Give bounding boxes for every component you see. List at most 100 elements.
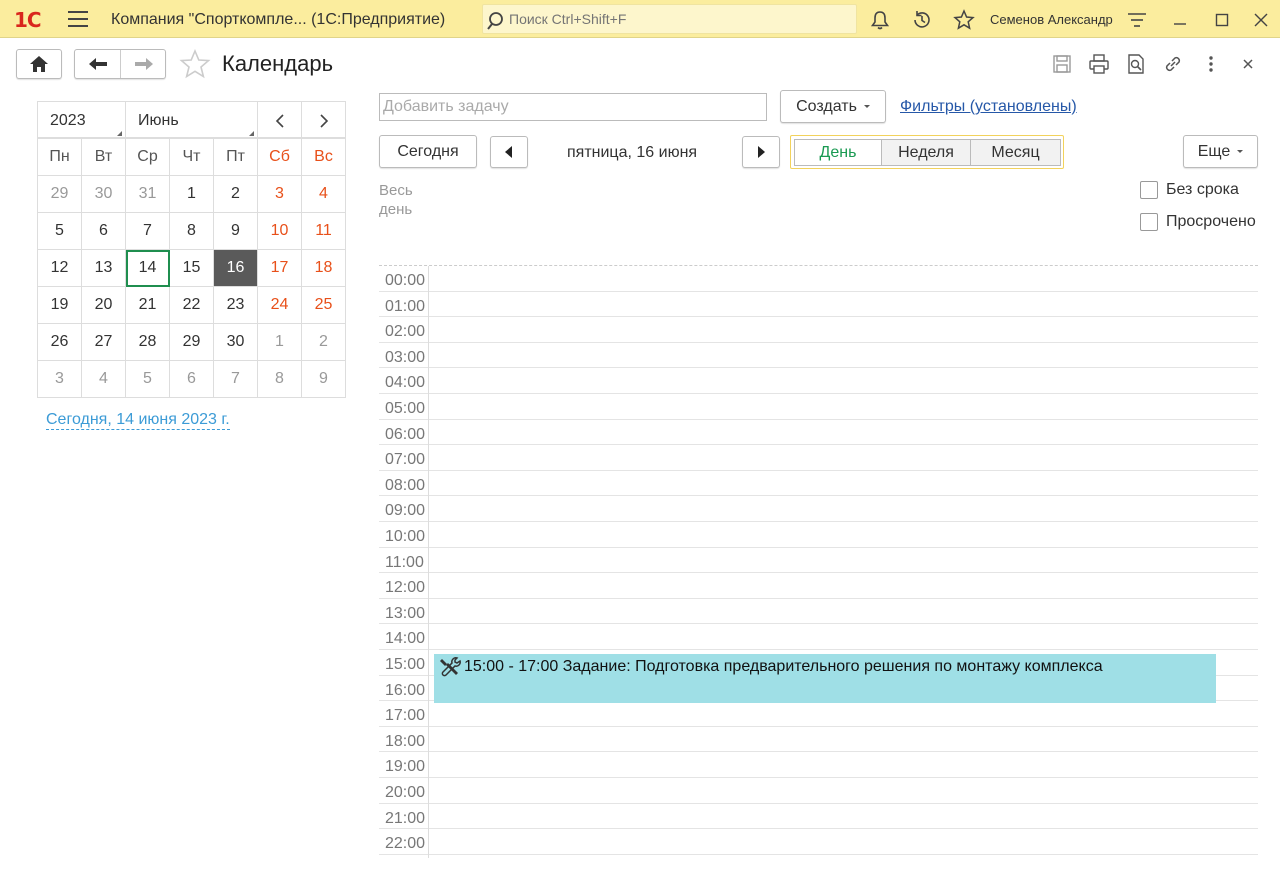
calendar-day[interactable]: 21 <box>125 286 170 324</box>
more-actions-icon[interactable] <box>1200 53 1222 75</box>
add-to-favorites-star-icon[interactable] <box>179 49 211 79</box>
calendar-day[interactable]: 12 <box>37 249 82 287</box>
calendar-day[interactable]: 7 <box>213 360 258 398</box>
home-button[interactable] <box>16 49 62 79</box>
calendar-day[interactable]: 6 <box>169 360 214 398</box>
calendar-day[interactable]: 19 <box>37 286 82 324</box>
calendar-day[interactable]: 5 <box>37 212 82 250</box>
hour-row[interactable]: 04:00 <box>379 368 1258 394</box>
calendar-day[interactable]: 23 <box>213 286 258 324</box>
history-icon[interactable] <box>911 9 933 31</box>
calendar-day[interactable]: 29 <box>37 175 82 213</box>
filters-link[interactable]: Фильтры (установлены) <box>900 98 1077 116</box>
calendar-day[interactable]: 1 <box>257 323 302 361</box>
hour-row[interactable]: 21:00 <box>379 804 1258 830</box>
calendar-day[interactable]: 4 <box>301 175 346 213</box>
hour-row[interactable]: 00:00 <box>379 266 1258 292</box>
no-deadline-label[interactable]: Без срока <box>1166 181 1239 199</box>
calendar-day[interactable]: 8 <box>257 360 302 398</box>
back-button[interactable] <box>75 50 121 78</box>
next-month-button[interactable] <box>302 102 346 139</box>
calendar-day[interactable]: 17 <box>257 249 302 287</box>
view-day-button[interactable]: День <box>794 139 882 166</box>
calendar-day[interactable]: 25 <box>301 286 346 324</box>
hour-row[interactable]: 05:00 <box>379 394 1258 420</box>
year-select[interactable]: 2023 <box>38 102 126 139</box>
calendar-day[interactable]: 15 <box>169 249 214 287</box>
calendar-day[interactable]: 13 <box>81 249 126 287</box>
hour-row[interactable]: 14:00 <box>379 624 1258 650</box>
close-window-icon[interactable] <box>1250 9 1272 31</box>
hour-row[interactable]: 22:00 <box>379 829 1258 855</box>
global-search[interactable] <box>482 4 857 34</box>
calendar-day[interactable]: 31 <box>125 175 170 213</box>
hour-row[interactable]: 12:00 <box>379 573 1258 599</box>
calendar-day[interactable]: 11 <box>301 212 346 250</box>
prev-month-button[interactable] <box>258 102 302 139</box>
link-icon[interactable] <box>1162 53 1184 75</box>
calendar-day[interactable]: 26 <box>37 323 82 361</box>
no-deadline-checkbox[interactable] <box>1140 181 1158 199</box>
calendar-day[interactable]: 10 <box>257 212 302 250</box>
prev-period-button[interactable] <box>490 136 528 168</box>
calendar-day[interactable]: 2 <box>301 323 346 361</box>
hour-row[interactable]: 18:00 <box>379 727 1258 753</box>
forward-button[interactable] <box>121 50 166 78</box>
hour-row[interactable]: 09:00 <box>379 496 1258 522</box>
calendar-day[interactable]: 4 <box>81 360 126 398</box>
bell-icon[interactable] <box>869 9 891 31</box>
calendar-day[interactable]: 9 <box>213 212 258 250</box>
hour-row[interactable]: 07:00 <box>379 445 1258 471</box>
calendar-day[interactable]: 5 <box>125 360 170 398</box>
minimize-icon[interactable] <box>1169 9 1191 31</box>
calendar-day[interactable]: 27 <box>81 323 126 361</box>
current-user[interactable]: Семенов Александр <box>990 12 1113 27</box>
calendar-day[interactable]: 9 <box>301 360 346 398</box>
more-button[interactable]: Еще <box>1183 135 1258 168</box>
print-icon[interactable] <box>1088 53 1110 75</box>
hour-row[interactable]: 10:00 <box>379 522 1258 548</box>
save-icon[interactable] <box>1051 53 1073 75</box>
hour-row[interactable]: 02:00 <box>379 317 1258 343</box>
calendar-day-selected[interactable]: 16 <box>213 249 258 287</box>
calendar-day[interactable]: 29 <box>169 323 214 361</box>
hour-row[interactable]: 08:00 <box>379 471 1258 497</box>
favorites-star-icon[interactable] <box>953 9 975 31</box>
hour-row[interactable]: 20:00 <box>379 778 1258 804</box>
create-button[interactable]: Создать <box>780 90 886 123</box>
calendar-day[interactable]: 6 <box>81 212 126 250</box>
view-week-button[interactable]: Неделя <box>881 139 971 166</box>
hour-row[interactable]: 03:00 <box>379 343 1258 369</box>
month-select[interactable]: Июнь <box>126 102 258 139</box>
overdue-label[interactable]: Просрочено <box>1166 213 1256 231</box>
preview-icon[interactable] <box>1125 53 1147 75</box>
calendar-day[interactable]: 22 <box>169 286 214 324</box>
add-task-input[interactable] <box>379 93 767 121</box>
calendar-day[interactable]: 30 <box>81 175 126 213</box>
calendar-event[interactable]: 15:00 - 17:00 Задание: Подготовка предва… <box>434 654 1216 703</box>
calendar-day[interactable]: 3 <box>37 360 82 398</box>
close-form-icon[interactable] <box>1237 53 1259 75</box>
calendar-day[interactable]: 28 <box>125 323 170 361</box>
hour-row[interactable]: 01:00 <box>379 292 1258 318</box>
calendar-day[interactable]: 3 <box>257 175 302 213</box>
calendar-day[interactable]: 24 <box>257 286 302 324</box>
calendar-day[interactable]: 1 <box>169 175 214 213</box>
hour-row[interactable]: 13:00 <box>379 599 1258 625</box>
hour-row[interactable]: 19:00 <box>379 752 1258 778</box>
next-period-button[interactable] <box>742 136 780 168</box>
calendar-day[interactable]: 30 <box>213 323 258 361</box>
calendar-day[interactable]: 20 <box>81 286 126 324</box>
maximize-icon[interactable] <box>1211 9 1233 31</box>
calendar-day[interactable]: 7 <box>125 212 170 250</box>
settings-sliders-icon[interactable] <box>1126 9 1148 31</box>
search-input[interactable] <box>509 9 849 29</box>
view-month-button[interactable]: Месяц <box>970 139 1061 166</box>
hour-row[interactable]: 17:00 <box>379 701 1258 727</box>
hour-row[interactable]: 11:00 <box>379 548 1258 574</box>
overdue-checkbox[interactable] <box>1140 213 1158 231</box>
hour-row[interactable]: 06:00 <box>379 420 1258 446</box>
calendar-day[interactable]: 2 <box>213 175 258 213</box>
calendar-day-today[interactable]: 14 <box>125 249 170 287</box>
calendar-day[interactable]: 8 <box>169 212 214 250</box>
